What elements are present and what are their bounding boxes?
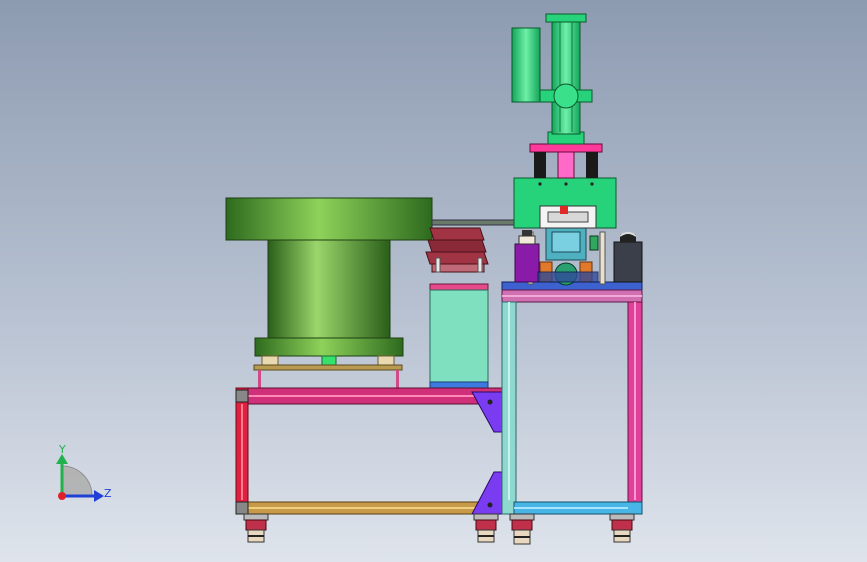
gearbox-dark[interactable]	[613, 241, 643, 283]
caster-center-left[interactable]	[473, 513, 499, 543]
fixture-base	[537, 271, 599, 283]
orientation-triad: Y Z	[56, 443, 112, 502]
bowl-base-plate[interactable]	[254, 337, 404, 357]
bowl-mount-plate[interactable]	[253, 364, 403, 371]
hopper-base	[429, 381, 489, 389]
bowl-support-post-right	[396, 370, 399, 388]
hopper-body[interactable]	[429, 289, 489, 383]
bowl-top-rim[interactable]	[225, 197, 433, 241]
assembly-model[interactable]: Y Z	[0, 0, 867, 562]
triad-sector	[61, 465, 93, 497]
triad-z-label: Z	[104, 487, 112, 500]
linear-track-rail[interactable]	[431, 219, 515, 226]
side-cylinder[interactable]	[511, 27, 541, 103]
press-upper-plate[interactable]	[529, 143, 603, 153]
corner-joint-top-left	[235, 389, 249, 403]
caster-center-right[interactable]	[509, 513, 535, 545]
bowl-body[interactable]	[267, 239, 391, 341]
feed-chute[interactable]	[425, 219, 515, 273]
casters[interactable]	[243, 513, 635, 545]
chute-block-2	[427, 239, 487, 253]
press-station[interactable]	[511, 13, 643, 286]
left-frame[interactable]	[235, 387, 515, 515]
chute-stud-right	[477, 257, 483, 273]
motor-purple[interactable]	[514, 243, 540, 283]
pneumatic-cylinder[interactable]	[551, 13, 581, 135]
caster-right[interactable]	[609, 513, 635, 543]
bowl-support-post-left	[258, 370, 261, 388]
chute-stud-left	[435, 257, 441, 273]
hopper-lid[interactable]	[429, 283, 489, 291]
chute-block-1	[429, 227, 485, 241]
right-frame[interactable]	[501, 281, 643, 515]
press-ram[interactable]	[557, 151, 575, 179]
cad-viewport[interactable]: Y Z	[0, 0, 867, 562]
pneumatic-valve[interactable]	[553, 83, 579, 109]
corner-joint-bottom-left	[235, 501, 249, 515]
triad-y-label: Y	[58, 443, 66, 456]
press-guide-rod-right	[599, 231, 606, 285]
triad-origin	[58, 492, 66, 500]
caster-left[interactable]	[243, 513, 269, 543]
bowl-feeder[interactable]	[225, 197, 433, 388]
hopper-box[interactable]	[429, 283, 489, 389]
